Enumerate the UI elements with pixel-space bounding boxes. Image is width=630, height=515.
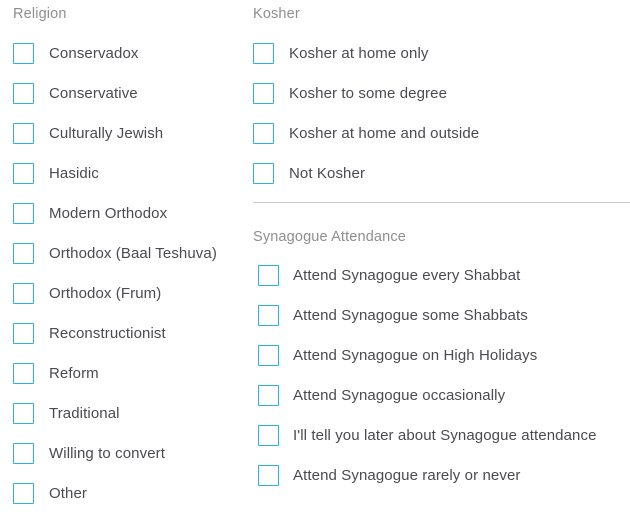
checkbox-option-label: Conservadox bbox=[49, 45, 139, 62]
checkbox-icon[interactable] bbox=[13, 483, 34, 504]
checkbox-option-row[interactable]: Reform bbox=[13, 363, 217, 384]
checkbox-option-label: Attend Synagogue occasionally bbox=[293, 387, 506, 404]
checkbox-option-row[interactable]: Culturally Jewish bbox=[13, 123, 217, 144]
checkbox-icon[interactable] bbox=[258, 385, 279, 406]
checkbox-option-row[interactable]: Orthodox (Frum) bbox=[13, 283, 217, 304]
checkbox-icon[interactable] bbox=[13, 123, 34, 144]
checkbox-option-row[interactable]: Attend Synagogue occasionally bbox=[258, 385, 597, 406]
checkbox-icon[interactable] bbox=[253, 163, 274, 184]
checkbox-option-label: Reconstructionist bbox=[49, 325, 166, 342]
checkbox-option-row[interactable]: Not Kosher bbox=[253, 163, 479, 184]
checkbox-option-row[interactable]: Kosher to some degree bbox=[253, 83, 479, 104]
checkbox-icon[interactable] bbox=[13, 43, 34, 64]
checkbox-option-label: Conservative bbox=[49, 85, 138, 102]
checkbox-icon[interactable] bbox=[13, 243, 34, 264]
kosher-option-list: Kosher at home only Kosher to some degree… bbox=[253, 43, 479, 184]
checkbox-option-row[interactable]: Conservative bbox=[13, 83, 217, 104]
checkbox-icon[interactable] bbox=[13, 203, 34, 224]
checkbox-icon[interactable] bbox=[13, 323, 34, 344]
checkbox-option-row[interactable]: Attend Synagogue some Shabbats bbox=[258, 305, 597, 326]
checkbox-option-label: Not Kosher bbox=[289, 165, 366, 182]
checkbox-option-label: Reform bbox=[49, 365, 99, 382]
checkbox-option-row[interactable]: Attend Synagogue rarely or never bbox=[258, 465, 597, 486]
checkbox-icon[interactable] bbox=[13, 83, 34, 104]
checkbox-option-label: Hasidic bbox=[49, 165, 99, 182]
checkbox-option-row[interactable]: Kosher at home only bbox=[253, 43, 479, 64]
checkbox-option-row[interactable]: Attend Synagogue every Shabbat bbox=[258, 265, 597, 286]
checkbox-option-row[interactable]: Kosher at home and outside bbox=[253, 123, 479, 144]
checkbox-option-label: Attend Synagogue every Shabbat bbox=[293, 267, 521, 284]
synagogue-option-list: Attend Synagogue every Shabbat Attend Syn… bbox=[258, 265, 597, 486]
checkbox-option-row[interactable]: Conservadox bbox=[13, 43, 217, 64]
synagogue-group-title: Synagogue Attendance bbox=[253, 229, 406, 245]
checkbox-option-label: Attend Synagogue rarely or never bbox=[293, 467, 521, 484]
checkbox-option-label: Attend Synagogue some Shabbats bbox=[293, 307, 528, 324]
religion-group-title: Religion bbox=[13, 6, 67, 22]
checkbox-option-row[interactable]: Orthodox (Baal Teshuva) bbox=[13, 243, 217, 264]
filter-panel: Religion Conservadox Conservative Cultural… bbox=[0, 0, 630, 515]
checkbox-icon[interactable] bbox=[253, 83, 274, 104]
checkbox-icon[interactable] bbox=[253, 123, 274, 144]
kosher-group-title: Kosher bbox=[253, 6, 300, 22]
checkbox-icon[interactable] bbox=[13, 403, 34, 424]
checkbox-option-row[interactable]: Attend Synagogue on High Holidays bbox=[258, 345, 597, 366]
checkbox-option-label: Orthodox (Baal Teshuva) bbox=[49, 245, 217, 262]
checkbox-option-label: Attend Synagogue on High Holidays bbox=[293, 347, 538, 364]
religion-option-list: Conservadox Conservative Culturally Jewish… bbox=[13, 43, 217, 504]
checkbox-icon[interactable] bbox=[13, 163, 34, 184]
checkbox-icon[interactable] bbox=[258, 465, 279, 486]
checkbox-icon[interactable] bbox=[258, 265, 279, 286]
checkbox-icon[interactable] bbox=[13, 283, 34, 304]
checkbox-option-row[interactable]: Reconstructionist bbox=[13, 323, 217, 344]
checkbox-option-label: Kosher at home only bbox=[289, 45, 429, 62]
checkbox-option-label: I'll tell you later about Synagogue atte… bbox=[293, 427, 597, 444]
checkbox-option-row[interactable]: Modern Orthodox bbox=[13, 203, 217, 224]
checkbox-option-label: Kosher at home and outside bbox=[289, 125, 480, 142]
section-divider bbox=[253, 202, 630, 203]
checkbox-icon[interactable] bbox=[13, 443, 34, 464]
checkbox-icon[interactable] bbox=[258, 305, 279, 326]
checkbox-option-row[interactable]: I'll tell you later about Synagogue atte… bbox=[258, 425, 597, 446]
checkbox-icon[interactable] bbox=[258, 345, 279, 366]
checkbox-option-label: Willing to convert bbox=[49, 445, 166, 462]
checkbox-option-label: Other bbox=[49, 485, 88, 502]
checkbox-option-row[interactable]: Traditional bbox=[13, 403, 217, 424]
checkbox-option-label: Kosher to some degree bbox=[289, 85, 448, 102]
checkbox-option-label: Traditional bbox=[49, 405, 120, 422]
checkbox-option-row[interactable]: Other bbox=[13, 483, 217, 504]
checkbox-option-row[interactable]: Hasidic bbox=[13, 163, 217, 184]
checkbox-option-row[interactable]: Willing to convert bbox=[13, 443, 217, 464]
checkbox-icon[interactable] bbox=[253, 43, 274, 64]
checkbox-option-label: Modern Orthodox bbox=[49, 205, 168, 222]
checkbox-icon[interactable] bbox=[258, 425, 279, 446]
checkbox-icon[interactable] bbox=[13, 363, 34, 384]
checkbox-option-label: Orthodox (Frum) bbox=[49, 285, 162, 302]
checkbox-option-label: Culturally Jewish bbox=[49, 125, 164, 142]
